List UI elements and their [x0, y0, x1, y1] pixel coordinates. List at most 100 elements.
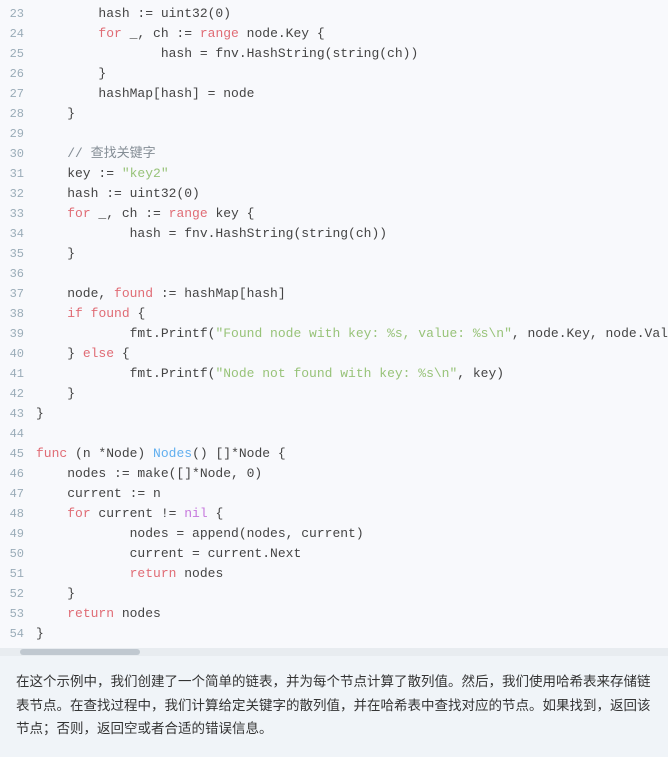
line-content: for _, ch := range node.Key { — [36, 24, 668, 44]
code-line: 32 hash := uint32(0) — [0, 184, 668, 204]
scrollbar-area[interactable] — [0, 648, 668, 656]
line-content: return nodes — [36, 604, 668, 624]
code-line: 41 fmt.Printf("Node not found with key: … — [0, 364, 668, 384]
line-number: 41 — [0, 364, 36, 384]
code-line: 26 } — [0, 64, 668, 84]
description-area: 在这个示例中，我们创建了一个简单的链表，并为每个节点计算了散列值。然后，我们使用… — [0, 656, 668, 757]
line-number: 33 — [0, 204, 36, 224]
line-content: hash = fnv.HashString(string(ch)) — [36, 44, 668, 64]
code-container: 23 hash := uint32(0)24 for _, ch := rang… — [0, 0, 668, 656]
code-line: 48 for current != nil { — [0, 504, 668, 524]
code-line: 51 return nodes — [0, 564, 668, 584]
line-number: 30 — [0, 144, 36, 164]
line-number: 40 — [0, 344, 36, 364]
code-line: 44 — [0, 424, 668, 444]
line-number: 34 — [0, 224, 36, 244]
code-line: 36 — [0, 264, 668, 284]
line-content: hash = fnv.HashString(string(ch)) — [36, 224, 668, 244]
code-line: 24 for _, ch := range node.Key { — [0, 24, 668, 44]
code-line: 40 } else { — [0, 344, 668, 364]
line-number: 26 — [0, 64, 36, 84]
code-line: 29 — [0, 124, 668, 144]
code-line: 28 } — [0, 104, 668, 124]
code-line: 47 current := n — [0, 484, 668, 504]
line-content: func (n *Node) Nodes() []*Node { — [36, 444, 668, 464]
code-line: 34 hash = fnv.HashString(string(ch)) — [0, 224, 668, 244]
line-number: 49 — [0, 524, 36, 544]
line-number: 44 — [0, 424, 36, 444]
code-line: 42 } — [0, 384, 668, 404]
code-block: 23 hash := uint32(0)24 for _, ch := rang… — [0, 0, 668, 648]
main-container: 23 hash := uint32(0)24 for _, ch := rang… — [0, 0, 668, 757]
code-line: 38 if found { — [0, 304, 668, 324]
line-number: 32 — [0, 184, 36, 204]
line-number: 48 — [0, 504, 36, 524]
line-number: 38 — [0, 304, 36, 324]
line-content: } — [36, 384, 668, 404]
line-number: 42 — [0, 384, 36, 404]
code-line: 23 hash := uint32(0) — [0, 4, 668, 24]
code-line: 46 nodes := make([]*Node, 0) — [0, 464, 668, 484]
code-line: 25 hash = fnv.HashString(string(ch)) — [0, 44, 668, 64]
line-number: 24 — [0, 24, 36, 44]
code-line: 31 key := "key2" — [0, 164, 668, 184]
code-line: 53 return nodes — [0, 604, 668, 624]
line-number: 27 — [0, 84, 36, 104]
line-content: key := "key2" — [36, 164, 668, 184]
line-number: 25 — [0, 44, 36, 64]
code-line: 52 } — [0, 584, 668, 604]
line-number: 43 — [0, 404, 36, 424]
line-number: 47 — [0, 484, 36, 504]
code-line: 27 hashMap[hash] = node — [0, 84, 668, 104]
code-line: 43} — [0, 404, 668, 424]
code-line: 45func (n *Node) Nodes() []*Node { — [0, 444, 668, 464]
line-content: current = current.Next — [36, 544, 668, 564]
line-number: 53 — [0, 604, 36, 624]
line-number: 37 — [0, 284, 36, 304]
line-content: } — [36, 244, 668, 264]
line-content: fmt.Printf("Node not found with key: %s\… — [36, 364, 668, 384]
line-content: } else { — [36, 344, 668, 364]
line-number: 50 — [0, 544, 36, 564]
code-line: 30 // 查找关键字 — [0, 144, 668, 164]
line-number: 39 — [0, 324, 36, 344]
line-content: hash := uint32(0) — [36, 4, 668, 24]
line-content: for current != nil { — [36, 504, 668, 524]
code-line: 50 current = current.Next — [0, 544, 668, 564]
line-number: 54 — [0, 624, 36, 644]
line-content: if found { — [36, 304, 668, 324]
line-number: 52 — [0, 584, 36, 604]
code-line: 49 nodes = append(nodes, current) — [0, 524, 668, 544]
line-content: current := n — [36, 484, 668, 504]
line-content: return nodes — [36, 564, 668, 584]
line-number: 28 — [0, 104, 36, 124]
line-number: 45 — [0, 444, 36, 464]
line-number: 23 — [0, 4, 36, 24]
line-content: } — [36, 624, 668, 644]
line-content: // 查找关键字 — [36, 144, 668, 164]
scrollbar-thumb[interactable] — [20, 649, 140, 655]
line-number: 36 — [0, 264, 36, 284]
description-text: 在这个示例中，我们创建了一个简单的链表，并为每个节点计算了散列值。然后，我们使用… — [16, 674, 651, 736]
line-content: hashMap[hash] = node — [36, 84, 668, 104]
line-content: } — [36, 104, 668, 124]
code-line: 35 } — [0, 244, 668, 264]
line-content: fmt.Printf("Found node with key: %s, val… — [36, 324, 668, 344]
line-number: 51 — [0, 564, 36, 584]
line-number: 35 — [0, 244, 36, 264]
line-content: for _, ch := range key { — [36, 204, 668, 224]
line-content: nodes := make([]*Node, 0) — [36, 464, 668, 484]
line-content: } — [36, 404, 668, 424]
line-number: 46 — [0, 464, 36, 484]
code-line: 54} — [0, 624, 668, 644]
line-content: } — [36, 64, 668, 84]
line-content: } — [36, 584, 668, 604]
code-line: 37 node, found := hashMap[hash] — [0, 284, 668, 304]
line-content: node, found := hashMap[hash] — [36, 284, 668, 304]
code-line: 33 for _, ch := range key { — [0, 204, 668, 224]
code-line: 39 fmt.Printf("Found node with key: %s, … — [0, 324, 668, 344]
line-number: 29 — [0, 124, 36, 144]
line-number: 31 — [0, 164, 36, 184]
line-content: hash := uint32(0) — [36, 184, 668, 204]
line-content: nodes = append(nodes, current) — [36, 524, 668, 544]
